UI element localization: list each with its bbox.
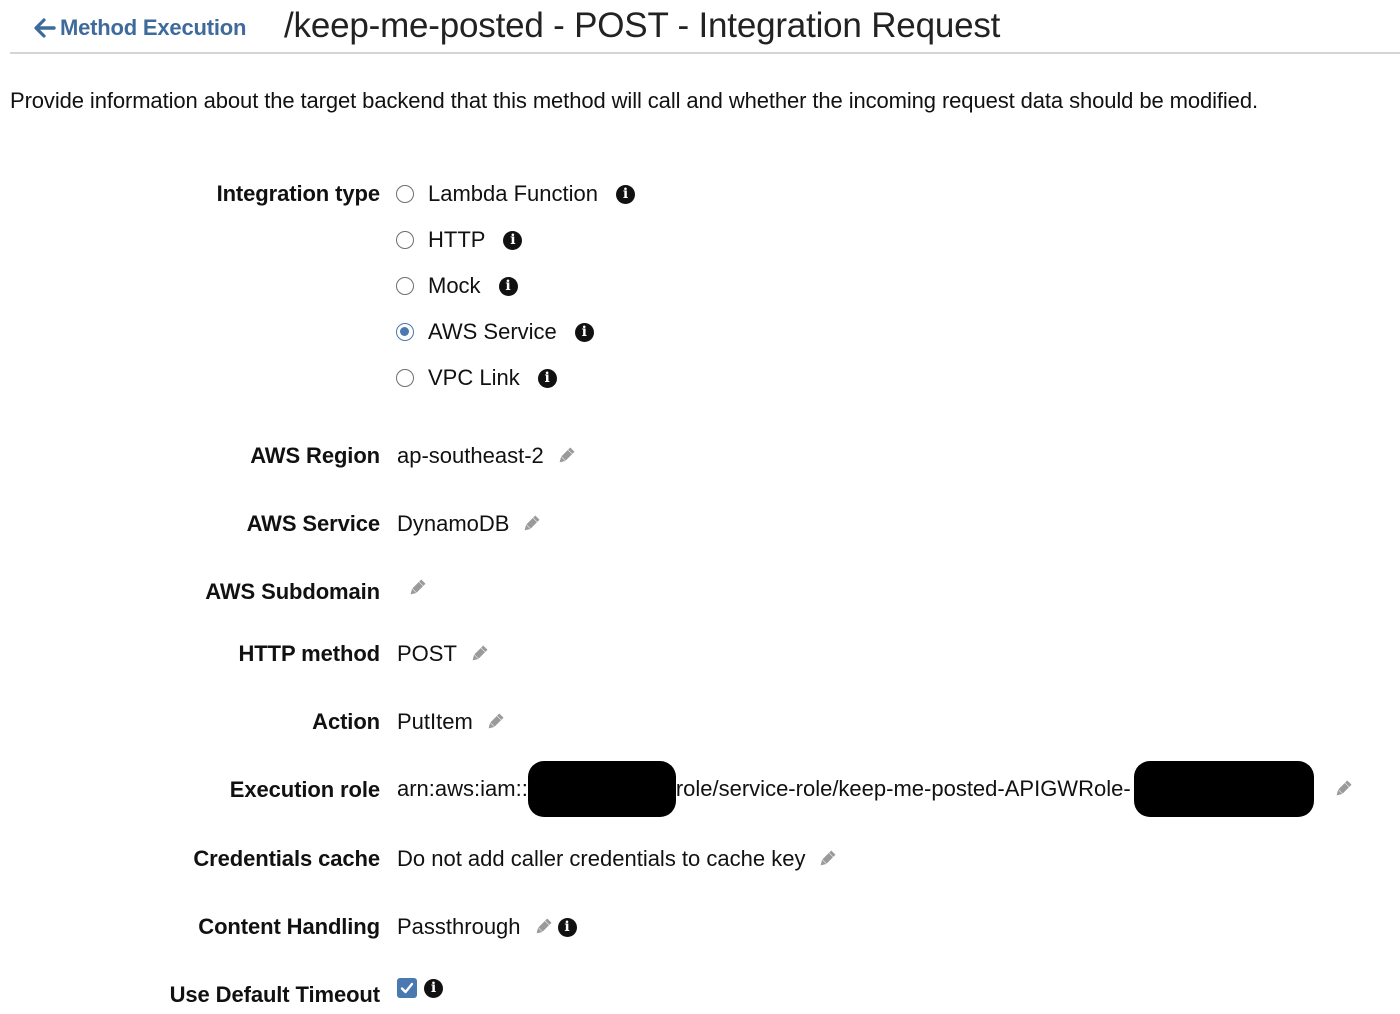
radio-label[interactable]: HTTP: [428, 227, 485, 253]
action-value: PutItem: [397, 709, 473, 734]
use-default-timeout-value-row: i: [397, 978, 443, 998]
radio-button-selected[interactable]: [396, 323, 414, 341]
execution-role-value-row: arn:aws:iam:: role/service-role/keep-me-…: [397, 761, 1353, 817]
action-label: Action: [312, 709, 380, 734]
checkmark-icon: [400, 982, 414, 994]
execution-role-label: Execution role: [229, 777, 380, 802]
info-icon[interactable]: i: [424, 978, 443, 998]
radio-button[interactable]: [396, 277, 414, 295]
radio-label[interactable]: VPC Link: [428, 365, 520, 391]
aws-region-value: ap-southeast-2: [397, 443, 544, 468]
content-handling-label: Content Handling: [198, 914, 380, 939]
radio-option-lambda-function[interactable]: Lambda Function i: [396, 181, 635, 207]
action-value-row: PutItem: [397, 709, 505, 735]
content-handling-value-row: Passthrough i: [397, 914, 577, 940]
radio-option-http[interactable]: HTTP i: [396, 227, 523, 253]
default-timeout-checkbox[interactable]: [397, 978, 417, 998]
pencil-icon[interactable]: [1333, 779, 1353, 799]
info-icon[interactable]: i: [503, 230, 523, 250]
info-icon[interactable]: i: [537, 368, 557, 388]
pencil-icon[interactable]: [521, 514, 541, 534]
radio-button[interactable]: [396, 369, 414, 387]
page-description: Provide information about the target bac…: [10, 88, 1258, 113]
http-method-value: POST: [397, 641, 457, 666]
pencil-icon[interactable]: [556, 446, 576, 466]
radio-label[interactable]: Mock: [428, 273, 481, 299]
redacted-role-suffix: [1133, 761, 1314, 817]
integration-type-label: Integration type: [216, 181, 381, 206]
back-to-method-execution-link[interactable]: Method Execution: [33, 15, 246, 41]
pencil-icon[interactable]: [469, 644, 489, 664]
aws-service-label: AWS Service: [246, 511, 381, 536]
back-link-label[interactable]: Method Execution: [60, 15, 246, 41]
info-icon[interactable]: i: [574, 322, 594, 342]
info-icon[interactable]: i: [557, 917, 577, 937]
radio-button[interactable]: [396, 231, 414, 249]
pencil-icon[interactable]: [407, 578, 427, 598]
header-divider: [10, 52, 1400, 54]
pencil-icon[interactable]: [817, 849, 837, 869]
aws-region-value-row: ap-southeast-2: [397, 443, 576, 469]
radio-label[interactable]: AWS Service: [428, 319, 557, 345]
radio-option-mock[interactable]: Mock i: [396, 273, 518, 299]
credentials-cache-value: Do not add caller credentials to cache k…: [397, 846, 806, 871]
radio-option-aws-service[interactable]: AWS Service i: [396, 319, 594, 345]
page-title: /keep-me-posted - POST - Integration Req…: [284, 6, 1001, 45]
arrow-left-icon: [34, 18, 56, 38]
http-method-value-row: POST: [397, 641, 489, 667]
aws-subdomain-label: AWS Subdomain: [205, 579, 380, 604]
redacted-account-id: [527, 761, 676, 817]
info-icon[interactable]: i: [616, 184, 635, 204]
pencil-icon[interactable]: [533, 917, 553, 937]
content-handling-value: Passthrough: [397, 914, 521, 939]
radio-label[interactable]: Lambda Function: [428, 181, 598, 207]
aws-service-value-row: DynamoDB: [397, 511, 541, 537]
page-header: Method Execution /keep-me-posted - POST …: [0, 0, 1400, 54]
pencil-icon[interactable]: [485, 712, 505, 732]
credentials-cache-label: Credentials cache: [193, 846, 380, 871]
info-icon[interactable]: i: [498, 276, 518, 296]
execution-role-prefix: arn:aws:iam::: [397, 776, 528, 801]
execution-role-path: role/service-role/keep-me-posted-APIGWRo…: [675, 776, 1131, 801]
radio-option-vpc-link[interactable]: VPC Link i: [396, 365, 557, 391]
aws-service-value: DynamoDB: [397, 511, 510, 536]
radio-button[interactable]: [396, 185, 414, 203]
aws-region-label: AWS Region: [250, 443, 380, 468]
aws-subdomain-value-row: [397, 578, 427, 598]
use-default-timeout-label: Use Default Timeout: [169, 982, 381, 1007]
http-method-label: HTTP method: [238, 641, 381, 666]
credentials-cache-value-row: Do not add caller credentials to cache k…: [397, 846, 837, 872]
